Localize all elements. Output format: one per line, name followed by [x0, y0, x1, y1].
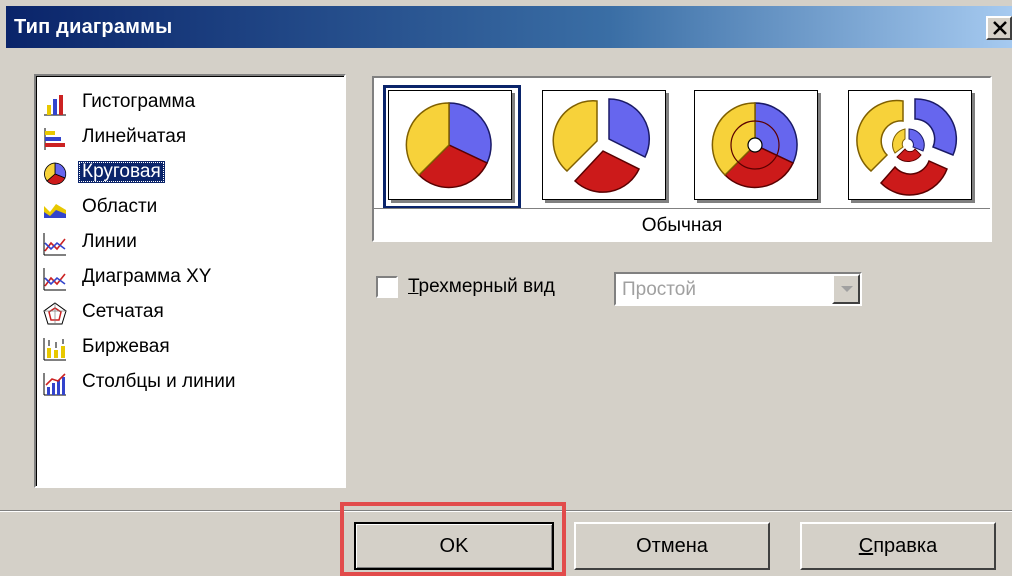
- list-item-label: Биржевая: [82, 336, 170, 357]
- list-item-lines[interactable]: Линии: [42, 228, 340, 258]
- line-chart-icon: [43, 233, 66, 256]
- three-d-checkbox[interactable]: [376, 276, 398, 298]
- list-item-stock[interactable]: Биржевая: [42, 333, 340, 363]
- close-button[interactable]: [986, 16, 1012, 40]
- subtype-exploded-pie[interactable]: [542, 90, 670, 204]
- chart-type-list[interactable]: Гистограмма Линейчатая Круговая Области …: [34, 74, 346, 488]
- radar-chart-icon: [43, 302, 67, 325]
- style-select-value: Простой: [622, 279, 696, 300]
- style-select-button[interactable]: [832, 274, 860, 304]
- subtype-doughnut[interactable]: [694, 90, 822, 204]
- horizontal-bar-chart-icon: [44, 128, 65, 150]
- list-item-label: Гистограмма: [82, 91, 196, 112]
- subtype-name: Обычная: [374, 208, 990, 243]
- pie-icon: [405, 102, 492, 189]
- dialog-title: Тип диаграммы: [14, 16, 173, 38]
- list-item-pie[interactable]: Круговая: [42, 158, 340, 188]
- list-item-label: Диаграмма XY: [82, 266, 212, 287]
- help-button[interactable]: Справка: [800, 522, 996, 570]
- list-item-area[interactable]: Области: [42, 193, 340, 223]
- chevron-down-icon: [841, 286, 853, 292]
- style-select[interactable]: Простой: [614, 272, 862, 306]
- list-item-radar[interactable]: Сетчатая: [42, 298, 340, 328]
- list-item-label: Сетчатая: [82, 301, 164, 322]
- area-chart-icon: [44, 204, 66, 218]
- three-d-label[interactable]: Трехмерный вид: [408, 276, 555, 298]
- list-item-column-line[interactable]: Столбцы и линии: [42, 368, 340, 398]
- bar-chart-icon: [44, 95, 66, 116]
- exploded-pie-icon: [552, 98, 650, 193]
- list-item-label: Области: [82, 196, 158, 217]
- list-item-label: Круговая: [78, 161, 165, 183]
- stock-chart-icon: [43, 338, 66, 361]
- chart-type-dialog: Тип диаграммы Гистограмма Линейчатая Кру…: [0, 0, 1012, 576]
- list-item-xy[interactable]: Диаграмма XY: [42, 263, 340, 293]
- column-line-chart-icon: [43, 373, 66, 396]
- subtype-gallery: Обычная: [372, 76, 992, 242]
- exploded-doughnut-icon: [856, 98, 958, 196]
- xy-chart-icon: [43, 268, 66, 291]
- ok-button-highlight: [340, 502, 566, 576]
- list-item-label: Линейчатая: [82, 126, 187, 147]
- close-icon: [993, 21, 1007, 35]
- title-bar[interactable]: Тип диаграммы: [6, 6, 1012, 48]
- list-item-label: Линии: [82, 231, 137, 252]
- cancel-button[interactable]: Отмена: [574, 522, 770, 570]
- subtype-pie[interactable]: [383, 85, 521, 209]
- doughnut-icon: [711, 102, 798, 189]
- subtype-exploded-doughnut[interactable]: [848, 90, 976, 204]
- list-item-histogram[interactable]: Гистограмма: [42, 88, 340, 118]
- pie-chart-icon: [44, 162, 67, 185]
- list-item-horizontal-bar[interactable]: Линейчатая: [42, 123, 340, 153]
- list-item-label: Столбцы и линии: [82, 371, 236, 392]
